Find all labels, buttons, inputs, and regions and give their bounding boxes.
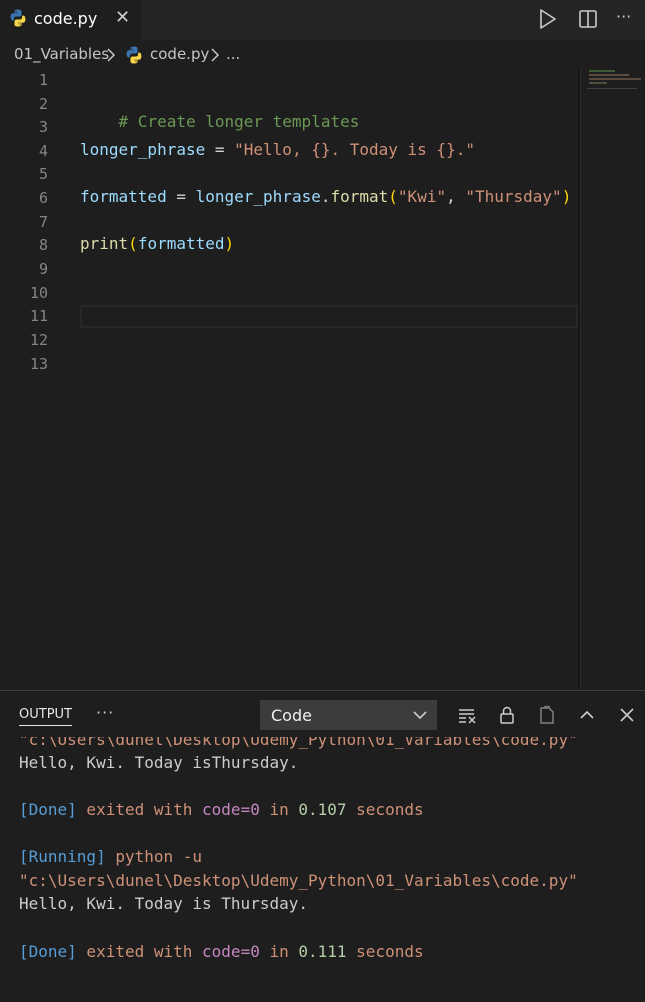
code-token: code=0: [202, 800, 260, 819]
paren-token: (: [388, 187, 398, 206]
breadcrumb-trail[interactable]: ...: [226, 45, 240, 63]
line-number: 4: [38, 142, 48, 160]
in-token: in: [259, 800, 299, 819]
line-number: 7: [38, 213, 48, 231]
tab-output[interactable]: OUTPUT: [19, 707, 72, 726]
variable-token: longer_phrase: [80, 140, 206, 159]
minimap-line: [589, 82, 607, 84]
string-token: "Kwi": [397, 187, 447, 206]
minimap[interactable]: [580, 68, 645, 690]
comment-token: # Create longer templates: [118, 112, 360, 131]
output-line: [Running] python -u: [19, 847, 202, 866]
minimap-line: [589, 78, 641, 80]
line-number: 1: [38, 71, 48, 89]
code-line-4: longer_phrase = "Hello, {}. Today is {}.…: [80, 140, 475, 159]
variable-token: formatted: [80, 187, 167, 206]
line-number: 12: [29, 331, 48, 349]
variable-token: formatted: [137, 234, 225, 253]
output-line: "c:\Users\dunel\Desktop\Udemy_Python\01_…: [19, 737, 578, 749]
function-token: print: [80, 234, 129, 253]
line-number: 9: [38, 260, 48, 278]
comma-token: ,: [446, 187, 466, 206]
paren-token: ): [224, 234, 235, 253]
variable-token: longer_phrase: [195, 187, 321, 206]
seconds-value: 0.111: [298, 942, 347, 961]
string-token: "Hello, {}. Today is {}.": [234, 140, 475, 159]
seconds-token: seconds: [346, 800, 424, 819]
running-token: [Running]: [19, 847, 106, 866]
line-number: 8: [38, 236, 48, 254]
breadcrumb-file[interactable]: code.py: [150, 45, 209, 63]
code-editor[interactable]: 1 2 3 4 5 6 7 8 9 10 11 12 13 # Create l…: [0, 68, 580, 690]
tab-code-py[interactable]: code.py ✕: [0, 0, 142, 40]
minimap-line: [589, 74, 629, 76]
breadcrumb-folder[interactable]: 01_Variables: [14, 45, 109, 63]
chevron-down-icon: [413, 711, 427, 720]
done-token: [Done]: [19, 942, 77, 961]
close-panel-icon[interactable]: [617, 705, 637, 725]
function-token: format: [330, 187, 389, 206]
panel-header: OUTPUT ··· Code: [0, 691, 645, 737]
paren-token: ): [561, 187, 572, 206]
clear-output-icon[interactable]: [457, 705, 477, 725]
output-panel: OUTPUT ··· Code "c:\Users\dunel\Desktop\…: [0, 690, 645, 1002]
chevron-right-icon: [107, 48, 116, 62]
close-icon[interactable]: ✕: [115, 7, 130, 28]
output-channel-value: Code: [271, 706, 312, 725]
output-log[interactable]: "c:\Users\dunel\Desktop\Udemy_Python\01_…: [0, 737, 645, 1002]
tab-label: code.py: [34, 9, 98, 28]
line-number: 11: [29, 307, 48, 325]
exited-token: exited with: [76, 942, 203, 961]
exited-token: exited with: [76, 800, 203, 819]
chevron-right-icon: [211, 48, 220, 62]
paren-token: (: [128, 234, 138, 253]
minimap-line: [589, 70, 615, 72]
tab-bar: code.py ✕ ···: [0, 0, 645, 40]
python-file-icon: [126, 46, 142, 64]
operator-token: =: [166, 187, 196, 206]
open-log-file-icon[interactable]: [537, 705, 557, 725]
lock-icon[interactable]: [497, 705, 517, 725]
breadcrumb: 01_Variables code.py ...: [0, 40, 645, 68]
output-line: Hello, Kwi. Today isThursday.: [19, 753, 299, 772]
seconds-value: 0.107: [298, 800, 347, 819]
operator-token: =: [205, 140, 235, 159]
maximize-panel-icon[interactable]: [577, 705, 597, 725]
string-token: "Thursday": [465, 187, 562, 206]
line-number: 13: [29, 355, 48, 373]
line-number: 10: [29, 284, 48, 302]
split-editor-icon[interactable]: [578, 8, 598, 30]
output-line: Hello, Kwi. Today is Thursday.: [19, 894, 308, 913]
code-token: code=0: [202, 942, 260, 961]
seconds-token: seconds: [346, 942, 424, 961]
code-line-8: print(formatted): [80, 234, 234, 253]
output-channel-select[interactable]: Code: [260, 700, 437, 730]
output-line: [Done] exited with code=0 in 0.111 secon…: [19, 942, 424, 961]
run-icon[interactable]: [538, 8, 558, 30]
code-line-6: formatted = longer_phrase.format("Kwi", …: [80, 187, 571, 206]
python-file-icon: [10, 9, 26, 27]
output-line: "c:\Users\dunel\Desktop\Udemy_Python\01_…: [19, 871, 578, 890]
done-token: [Done]: [19, 800, 77, 819]
more-actions-icon[interactable]: ···: [616, 7, 631, 29]
current-line-highlight: [80, 305, 578, 328]
line-number: 3: [38, 118, 48, 136]
in-token: in: [259, 942, 299, 961]
command-token: python -u: [105, 847, 203, 866]
line-number: 6: [38, 189, 48, 207]
more-icon[interactable]: ···: [96, 703, 114, 722]
line-number: 5: [38, 165, 48, 183]
line-number: 2: [38, 95, 48, 113]
output-line: [Done] exited with code=0 in 0.107 secon…: [19, 800, 424, 819]
minimap-viewport: [587, 88, 637, 89]
